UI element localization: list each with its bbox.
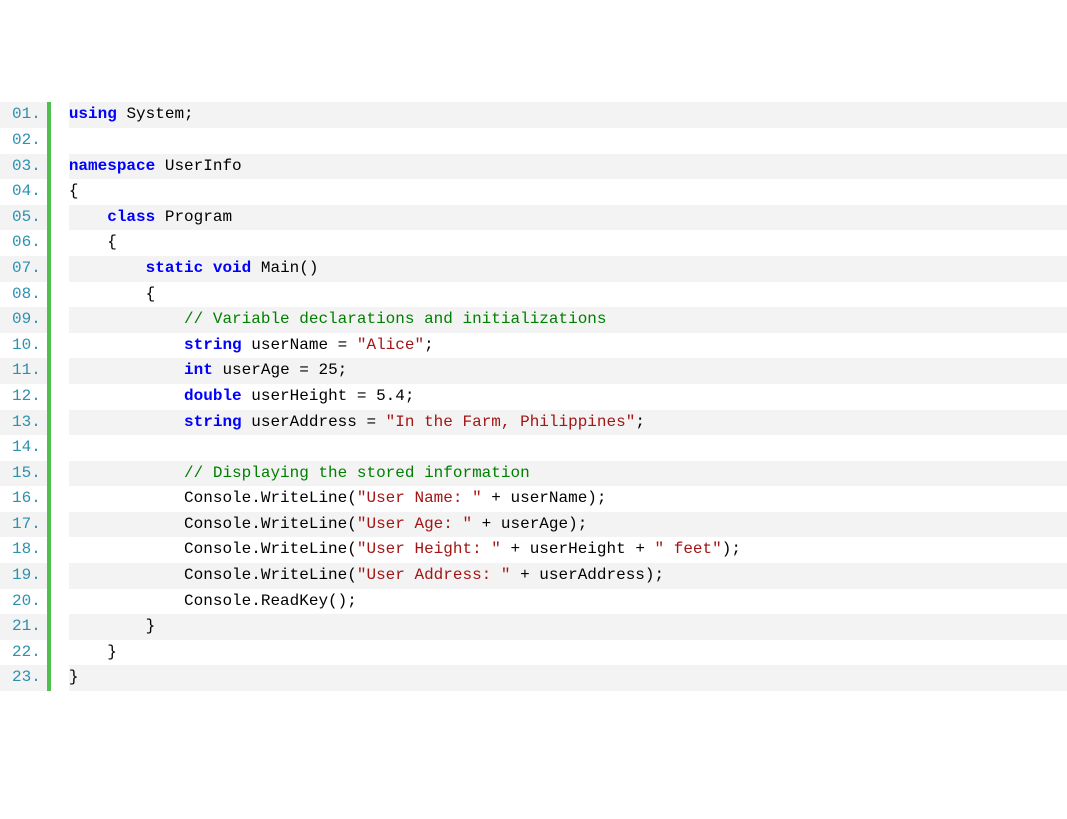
line-number: 16. xyxy=(0,486,47,512)
line-number: 23. xyxy=(0,665,47,691)
code-line: string userAddress = "In the Farm, Phili… xyxy=(69,410,1067,436)
line-number: 12. xyxy=(0,384,47,410)
code-editor-view: 01.02.03.04.05.06.07.08.09.10.11.12.13.1… xyxy=(0,102,1067,691)
line-number: 07. xyxy=(0,256,47,282)
line-number: 21. xyxy=(0,614,47,640)
line-number: 20. xyxy=(0,589,47,615)
code-line: Console.WriteLine("User Name: " + userNa… xyxy=(69,486,1067,512)
code-line xyxy=(69,435,1067,461)
line-number: 19. xyxy=(0,563,47,589)
code-line: } xyxy=(69,640,1067,666)
line-number: 09. xyxy=(0,307,47,333)
line-number: 10. xyxy=(0,333,47,359)
code-line: // Displaying the stored information xyxy=(69,461,1067,487)
code-line: { xyxy=(69,282,1067,308)
code-line: namespace UserInfo xyxy=(69,154,1067,180)
code-line: } xyxy=(69,665,1067,691)
line-number: 13. xyxy=(0,410,47,436)
code-line: double userHeight = 5.4; xyxy=(69,384,1067,410)
code-line: int userAge = 25; xyxy=(69,358,1067,384)
code-line: Console.WriteLine("User Address: " + use… xyxy=(69,563,1067,589)
code-line: string userName = "Alice"; xyxy=(69,333,1067,359)
code-line: } xyxy=(69,614,1067,640)
line-number: 04. xyxy=(0,179,47,205)
line-number: 22. xyxy=(0,640,47,666)
line-number: 06. xyxy=(0,230,47,256)
code-line: static void Main() xyxy=(69,256,1067,282)
code-line xyxy=(69,128,1067,154)
code-line: Console.ReadKey(); xyxy=(69,589,1067,615)
line-number: 14. xyxy=(0,435,47,461)
code-line: using System; xyxy=(69,102,1067,128)
code-line: // Variable declarations and initializat… xyxy=(69,307,1067,333)
code-line: { xyxy=(69,179,1067,205)
code-line: Console.WriteLine("User Age: " + userAge… xyxy=(69,512,1067,538)
line-number: 02. xyxy=(0,128,47,154)
line-number: 15. xyxy=(0,461,47,487)
code-line: { xyxy=(69,230,1067,256)
line-number: 18. xyxy=(0,537,47,563)
line-number: 11. xyxy=(0,358,47,384)
line-number: 08. xyxy=(0,282,47,308)
code-line: Console.WriteLine("User Height: " + user… xyxy=(69,537,1067,563)
line-number-gutter: 01.02.03.04.05.06.07.08.09.10.11.12.13.1… xyxy=(0,102,47,691)
code-content: using System; namespace UserInfo{ class … xyxy=(51,102,1067,691)
line-number: 05. xyxy=(0,205,47,231)
line-number: 03. xyxy=(0,154,47,180)
line-number: 17. xyxy=(0,512,47,538)
line-number: 01. xyxy=(0,102,47,128)
code-line: class Program xyxy=(69,205,1067,231)
